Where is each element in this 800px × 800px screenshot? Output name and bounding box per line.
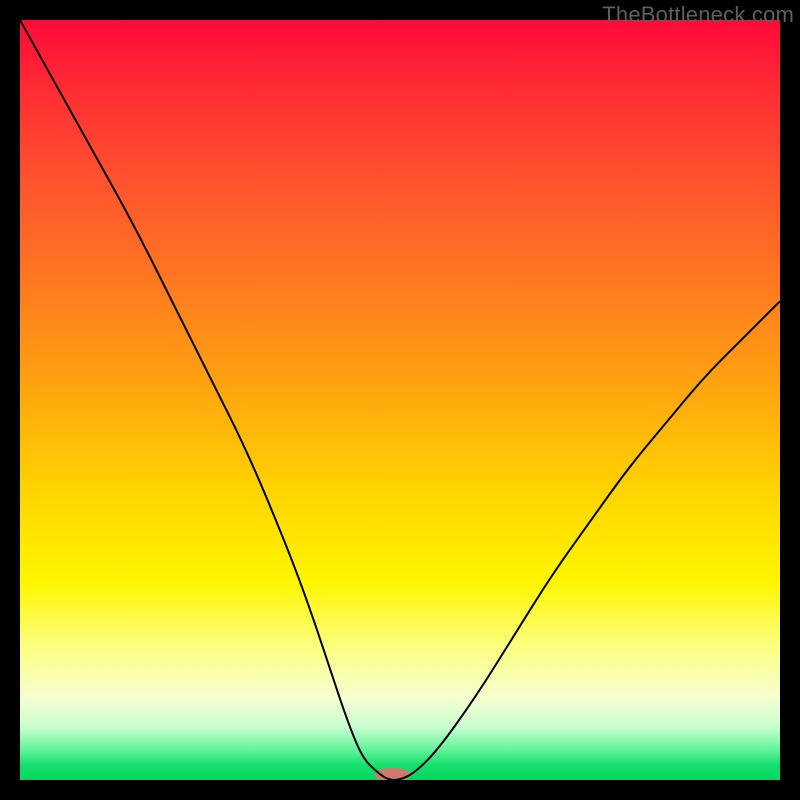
- bottleneck-curve: [20, 20, 780, 780]
- watermark-text: TheBottleneck.com: [602, 2, 794, 28]
- chart-svg: [20, 20, 780, 780]
- chart-stage: TheBottleneck.com: [0, 0, 800, 800]
